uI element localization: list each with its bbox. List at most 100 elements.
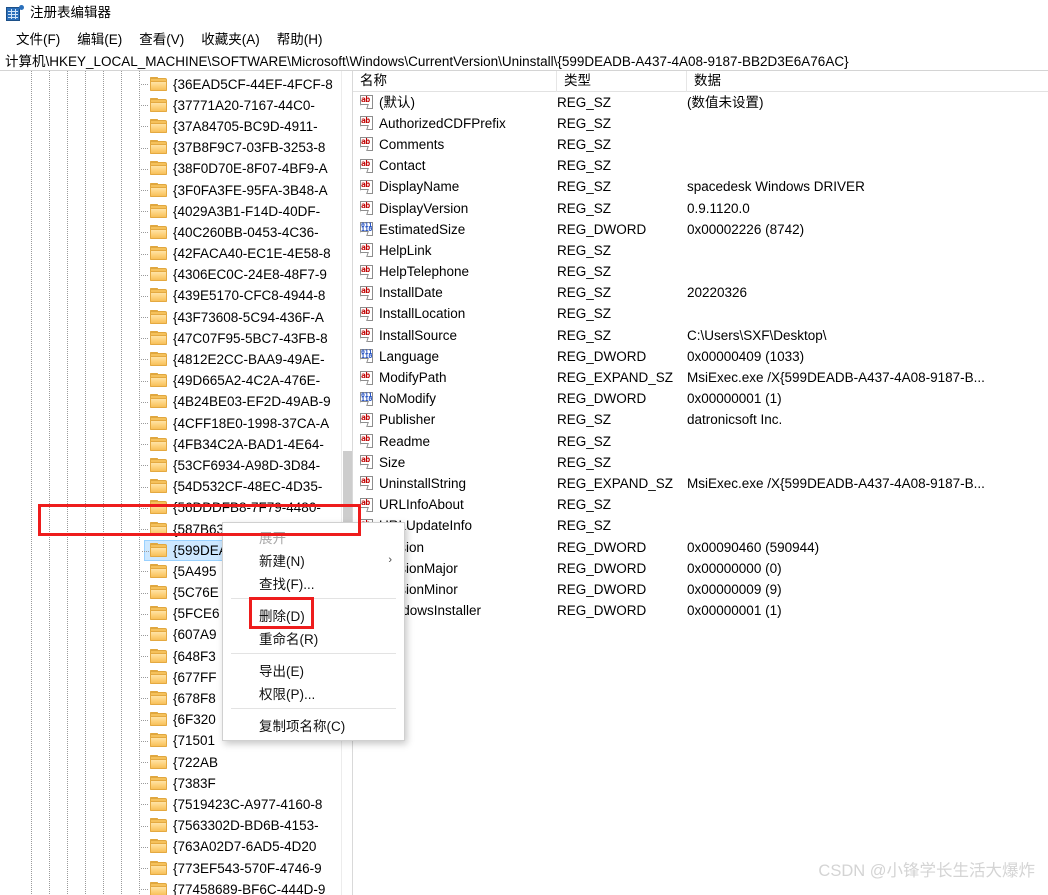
tree-item[interactable]: {56DDDFB8-7F79-4480- (0, 498, 352, 519)
folder-icon (150, 775, 167, 791)
menu-item-file[interactable]: 文件(F) (8, 26, 69, 50)
table-row[interactable]: ab Size REG_SZ (353, 452, 1048, 473)
string-value-icon: ab (360, 412, 374, 428)
context-menu-item: 展开 (223, 525, 404, 548)
tree-connector (141, 211, 149, 213)
tree-connector (141, 232, 149, 234)
menu-item-favorites[interactable]: 收藏夹(A) (193, 26, 269, 50)
tree-item-label: {5FCE6 (173, 606, 220, 622)
tree-item[interactable]: {38F0D70E-8F07-4BF9-A (0, 159, 352, 180)
tree-item[interactable]: {43F73608-5C94-436F-A (0, 307, 352, 328)
registry-tree-pane[interactable]: {36EAD5CF-44EF-4FCF-8 {37771A20-7167-44C0… (0, 71, 352, 895)
tree-connector (141, 486, 149, 488)
tree-scrollbar-thumb[interactable] (343, 451, 352, 525)
table-row[interactable]: 011110VersionMinorREG_DWORD0x00000009 (9… (353, 579, 1048, 600)
table-row[interactable]: ab DisplayName REG_SZ spacedesk Windows DRI… (353, 177, 1048, 198)
tree-item-label: {3F0FA3FE-95FA-3B48-A (173, 182, 328, 198)
context-menu-item[interactable]: 复制项名称(C) (223, 713, 404, 736)
table-row[interactable]: ab InstallLocation REG_SZ (353, 304, 1048, 325)
tree-connector (141, 253, 149, 255)
table-row[interactable]: ab ModifyPath REG_EXPAND_SZ MsiExec.exe /X{… (353, 367, 1048, 388)
tree-connector (141, 423, 149, 424)
tree-item[interactable]: {439E5170-CFC8-4944-8 (0, 286, 352, 307)
tree-item[interactable]: {4B24BE03-EF2D-49AB-9 (0, 392, 352, 413)
string-value-icon: ab (360, 179, 374, 195)
table-row[interactable]: 011110WindowsInstallerREG_DWORD0x0000000… (353, 601, 1048, 622)
tree-item[interactable]: {4029A3B1-F14D-40DF- (0, 201, 352, 222)
table-row[interactable]: ab (默认) REG_SZ (数值未设置) (353, 92, 1048, 113)
tree-item[interactable]: {53CF6934-A98D-3D84- (0, 455, 352, 476)
tree-item-label: {40C260BB-0453-4C36- (173, 224, 319, 240)
context-menu-item[interactable]: 导出(E) (223, 658, 404, 681)
table-row[interactable]: 011110VersionMajorREG_DWORD0x00000000 (0… (353, 558, 1048, 579)
table-row[interactable]: ab Comments REG_SZ (353, 134, 1048, 155)
tree-item[interactable]: {4CFF18E0-1998-37CA-A (0, 413, 352, 434)
context-menu-item[interactable]: 新建(N) › (223, 548, 404, 571)
tree-item[interactable]: {37A84705-BC9D-4911- (0, 116, 352, 137)
folder-icon (150, 224, 167, 240)
address-bar[interactable]: 计算机\HKEY_LOCAL_MACHINE\SOFTWARE\Microsof… (0, 49, 1048, 71)
string-value-icon: ab (360, 137, 374, 152)
tree-item[interactable]: {37B8F9C7-03FB-3253-8 (0, 138, 352, 159)
context-menu-item[interactable]: 权限(P)... (223, 681, 404, 704)
value-type-cell: REG_SZ (557, 454, 612, 470)
value-name-label: Comments (379, 136, 445, 152)
tree-item[interactable]: {4306EC0C-24E8-48F7-9 (0, 265, 352, 286)
menu-item-help[interactable]: 帮助(H) (269, 26, 332, 50)
tree-item-label: {439E5170-CFC8-4944-8 (173, 288, 326, 304)
table-row[interactable]: ab InstallDate REG_SZ 20220326 (353, 283, 1048, 304)
tree-item-label: {77458689-BF6C-444D-9 (173, 881, 326, 895)
menu-item-edit[interactable]: 编辑(E) (69, 26, 131, 50)
table-row[interactable]: abURLUpdateInfoREG_SZ (353, 516, 1048, 537)
context-menu-item[interactable]: 删除(D) (223, 603, 404, 626)
tree-connector (141, 189, 149, 191)
column-header-data[interactable]: 数据 (687, 71, 1047, 92)
context-menu-item[interactable]: 重命名(R) (223, 626, 404, 649)
menu-item-view[interactable]: 查看(V) (131, 26, 193, 50)
table-row[interactable]: ab Readme REG_SZ (353, 431, 1048, 452)
context-menu[interactable]: 展开 新建(N) › 查找(F)... 删除(D) 重命名(R) 导出(E) 权限(P)...… (222, 522, 405, 741)
table-row[interactable]: 011 110 Language REG_DWORD 0x00000409 (1033) (353, 346, 1048, 367)
column-header-type[interactable]: 类型 (557, 70, 687, 92)
tree-item[interactable]: {763A02D7-6AD5-4D20 (0, 837, 352, 858)
tree-item[interactable]: {49D665A2-4C2A-476E- (0, 371, 352, 392)
tree-item-label: {5C76E (173, 585, 219, 601)
table-row[interactable]: 011 110 NoModify REG_DWORD 0x00000001 (1) (353, 389, 1048, 410)
tree-item[interactable]: {4812E2CC-BAA9-49AE- (0, 349, 352, 370)
table-row[interactable]: ab Contact REG_SZ (353, 156, 1048, 177)
tree-item[interactable]: {36EAD5CF-44EF-4FCF-8 (0, 74, 352, 95)
tree-item[interactable]: {7519423C-A977-4160-8 (0, 794, 352, 815)
tree-item[interactable]: {722AB (0, 752, 352, 773)
folder-icon (150, 881, 167, 895)
folder-icon (150, 563, 167, 579)
registry-values-pane: 名称 类型 数据 ab (默认) REG_SZ (数值未设置) ab Authorized… (352, 70, 1048, 895)
table-row[interactable]: ab DisplayVersion REG_SZ 0.9.1120.0 (353, 198, 1048, 219)
string-value-icon: ab (360, 497, 374, 513)
tree-item[interactable]: {3F0FA3FE-95FA-3B48-A (0, 180, 352, 201)
tree-item[interactable]: {7563302D-BD6B-4153- (0, 816, 352, 837)
tree-item[interactable]: {47C07F95-5BC7-43FB-8 (0, 328, 352, 349)
tree-connector (141, 677, 149, 679)
tree-item[interactable]: {773EF543-570F-4746-9 (0, 858, 352, 879)
tree-item[interactable]: {42FACA40-EC1E-4E58-8 (0, 244, 352, 265)
tree-item[interactable]: {7383F (0, 773, 352, 794)
table-row[interactable]: ab Publisher REG_SZ datronicsoft Inc. (353, 410, 1048, 431)
column-header-name[interactable]: 名称 (353, 70, 557, 92)
table-row[interactable]: ab AuthorizedCDFPrefix REG_SZ (353, 113, 1048, 134)
tree-item[interactable]: {54D532CF-48EC-4D35- (0, 477, 352, 498)
context-menu-item[interactable]: 查找(F)... (223, 571, 404, 594)
table-row[interactable]: ab InstallSource REG_SZ C:\Users\SXF\Deskto… (353, 325, 1048, 346)
table-row[interactable]: ab HelpTelephone REG_SZ (353, 262, 1048, 283)
table-row[interactable]: ab URLInfoAbout REG_SZ (353, 495, 1048, 516)
tree-item[interactable]: {37771A20-7167-44C0- (0, 95, 352, 116)
tree-item[interactable]: {40C260BB-0453-4C36- (0, 222, 352, 243)
table-row[interactable]: 011110VersionREG_DWORD0x00090460 (590944… (353, 537, 1048, 558)
table-row[interactable]: ab UninstallString REG_EXPAND_SZ MsiExec.ex… (353, 473, 1048, 494)
folder-icon (150, 542, 167, 558)
tree-item[interactable]: {4FB34C2A-BAD1-4E64- (0, 434, 352, 455)
table-row[interactable]: 011 110 EstimatedSize REG_DWORD 0x00002226 (… (353, 219, 1048, 240)
tree-item[interactable]: {77458689-BF6C-444D-9 (0, 879, 352, 895)
table-row[interactable]: ab HelpLink REG_SZ (353, 240, 1048, 261)
tree-scrollbar[interactable] (341, 71, 352, 895)
value-data-cell: (数值未设置) (687, 94, 764, 110)
